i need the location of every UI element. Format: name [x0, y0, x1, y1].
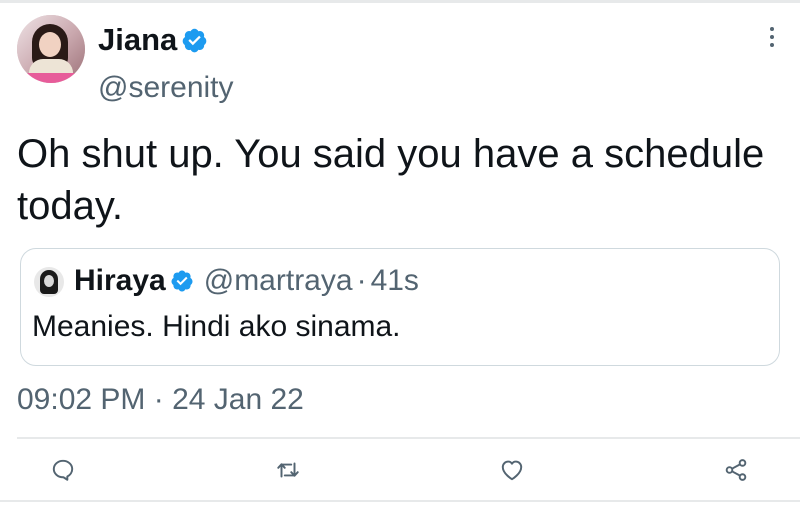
author-handle[interactable]: @serenity: [98, 70, 234, 106]
share-button[interactable]: [721, 455, 751, 485]
quoted-tweet-text: Meanies. Hindi ako sinama.: [32, 310, 401, 343]
bottom-divider: [0, 500, 800, 502]
quoted-author-handle: @martraya: [203, 264, 353, 297]
author-display-name[interactable]: Jiana: [98, 22, 177, 58]
retweet-button[interactable]: [273, 455, 303, 485]
quoted-tweet-card[interactable]: Hiraya @martraya · 41s Meanies. Hindi ak…: [20, 248, 780, 366]
quoted-separator: ·: [356, 264, 367, 297]
author-name-row[interactable]: Jiana: [98, 22, 208, 58]
tweet-timestamp[interactable]: 09:02 PM · 24 Jan 22: [17, 382, 304, 418]
retweet-icon: [277, 462, 299, 478]
tweet-text: Oh shut up. You said you have a schedule…: [17, 132, 765, 228]
like-icon: [501, 460, 523, 481]
quoted-verified-badge-icon: [171, 270, 193, 292]
top-divider: [0, 0, 800, 3]
quoted-tweet-header: Hiraya @martraya · 41s: [74, 263, 419, 299]
reply-icon: [52, 459, 74, 481]
quoted-author-avatar: [34, 267, 64, 297]
quoted-tweet-age: 41s: [370, 264, 419, 297]
author-avatar[interactable]: [17, 15, 85, 83]
actions-divider: [17, 437, 800, 439]
more-options-icon[interactable]: [762, 24, 782, 50]
like-button[interactable]: [497, 455, 527, 485]
verified-badge-icon: [182, 28, 207, 52]
share-icon: [725, 459, 747, 481]
reply-button[interactable]: [48, 455, 78, 485]
quoted-author-name: Hiraya: [74, 264, 166, 297]
